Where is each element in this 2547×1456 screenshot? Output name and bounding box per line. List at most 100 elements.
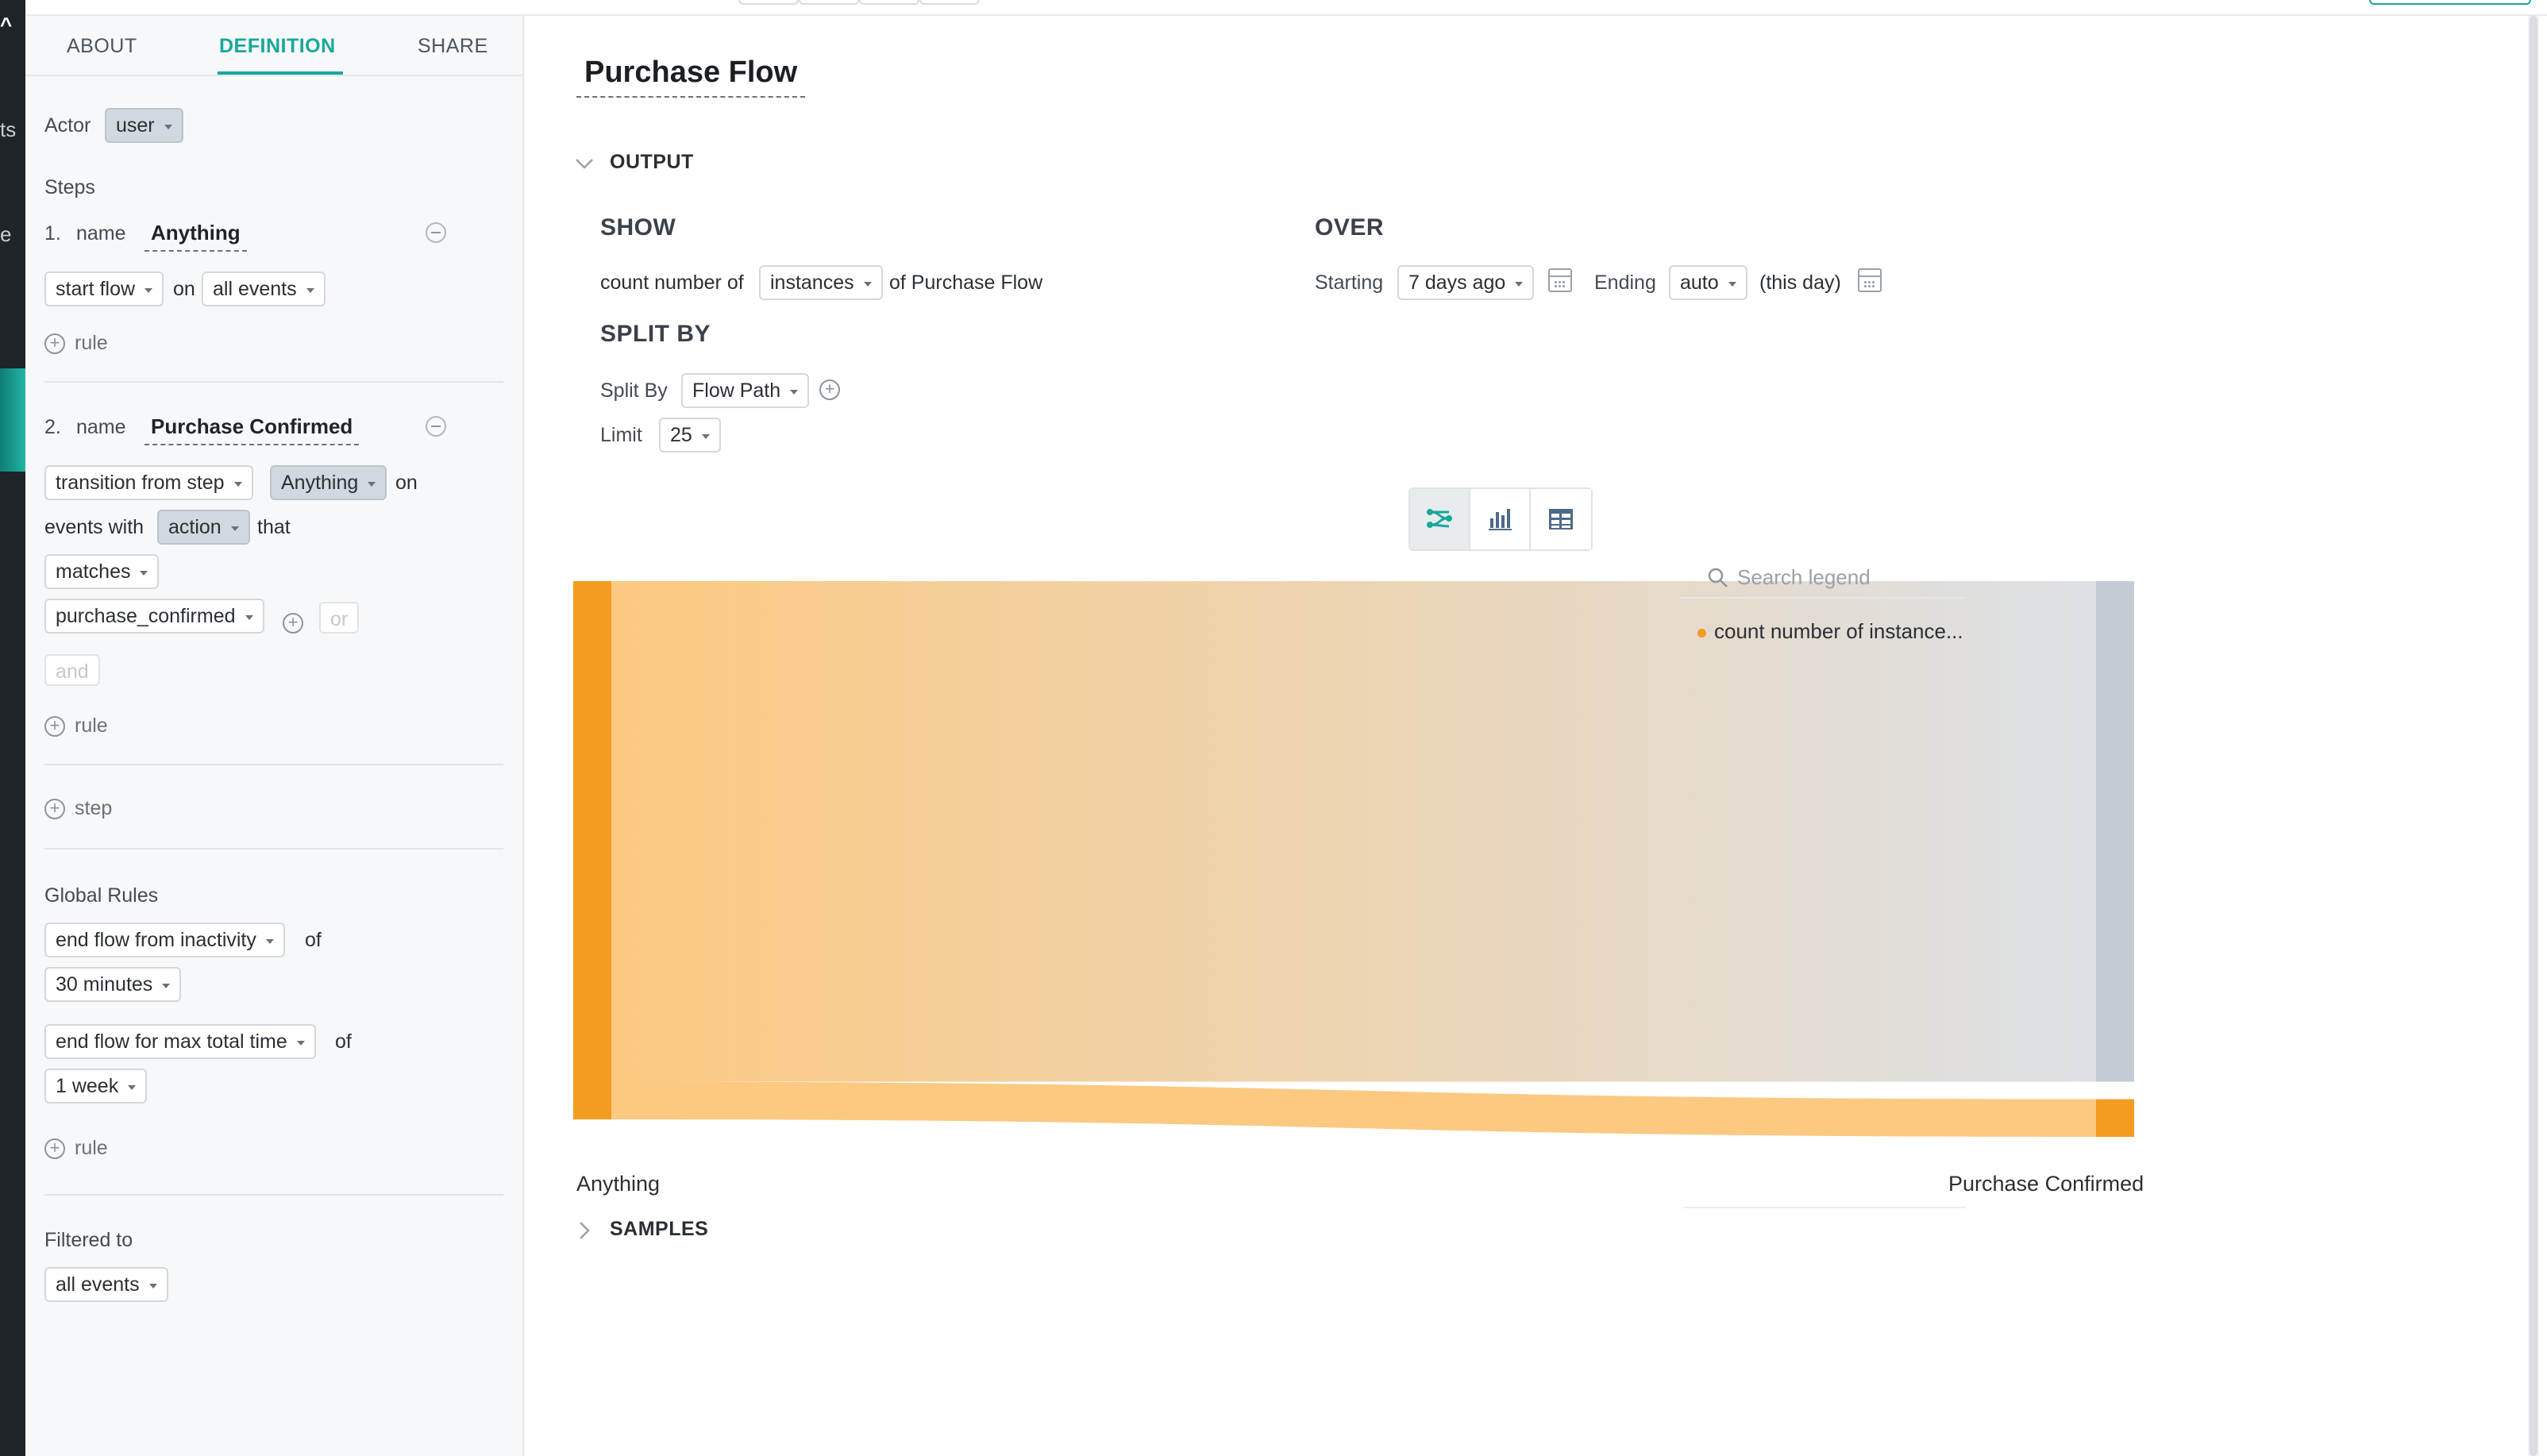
calendar-icon[interactable] [1858,268,1882,292]
add-icon[interactable]: + [44,716,65,737]
actor-select[interactable]: user [105,108,183,143]
metric-select[interactable]: instances [759,265,883,300]
primary-action-button[interactable] [2369,0,2531,5]
duration-select[interactable]: 1 week [44,1069,148,1104]
split-by-select[interactable]: Flow Path [681,373,810,408]
step-number: 1. [44,222,61,245]
sankey-icon [1427,509,1452,528]
chevron-right-icon[interactable] [576,1219,592,1242]
operator-select[interactable]: matches [44,554,160,589]
add-icon[interactable]: + [44,1138,65,1159]
toolbar-button[interactable] [738,0,799,5]
step-name-label: name [76,222,126,245]
add-rule-button[interactable]: rule [75,715,108,738]
ending-label: Ending [1594,272,1656,294]
tab-share[interactable]: SHARE [418,35,488,58]
add-split-icon[interactable]: + [819,379,840,400]
legend-color-dot [1697,628,1706,637]
show-prefix: count number of [600,272,744,294]
panel-tabs: ABOUT DEFINITION SHARE [25,16,522,76]
toolbar-button[interactable] [859,0,919,5]
bar-view-button[interactable] [1470,489,1531,549]
sankey-source-node[interactable] [573,581,611,1119]
limit-label: Limit [600,424,642,446]
actor-label: Actor [44,114,91,137]
flow-type-select[interactable]: start flow [44,272,164,306]
active-tab-underline [218,71,343,75]
add-step-button[interactable]: step [75,797,112,820]
split-by-heading: SPLIT BY [600,321,711,347]
app-sidebar-rail: ^ ts e [0,0,25,1456]
sankey-node-label: Purchase Confirmed [1948,1172,2144,1196]
rail-nav-fragment[interactable]: ts [0,117,16,142]
add-value-icon[interactable]: + [283,613,303,634]
calendar-icon[interactable] [1548,268,1572,292]
events-select[interactable]: all events [202,272,326,306]
that-label: that [257,516,291,538]
output-section-toggle[interactable]: OUTPUT [610,151,694,174]
sankey-view-button[interactable] [1410,489,1470,549]
table-view-button[interactable] [1531,489,1591,549]
remove-step-icon[interactable] [426,222,446,243]
legend-item-label: count number of instance... [1714,619,1963,643]
steps-label: Steps [44,176,95,198]
page-title[interactable]: Purchase Flow [576,56,806,98]
sankey-target-node[interactable] [2096,1099,2134,1137]
divider [44,764,503,765]
sankey-target-node[interactable] [2096,581,2134,1082]
toolbar-button[interactable] [919,0,980,5]
value-select[interactable]: purchase_confirmed [44,599,264,634]
from-step-select[interactable]: Anything [270,465,387,500]
tab-definition[interactable]: DEFINITION [219,35,336,58]
step-number: 2. [44,416,61,438]
bar-chart-icon [1489,509,1512,530]
top-toolbar-strip [25,0,2547,16]
remove-step-icon[interactable] [426,416,446,437]
sankey-node-label: Anything [576,1172,661,1196]
sankey-chart [573,581,2134,1137]
add-global-rule-button[interactable]: rule [75,1137,108,1160]
add-icon[interactable]: + [44,799,65,819]
ending-note: (this day) [1759,272,1841,294]
table-icon [1549,509,1573,530]
rail-nav-fragment[interactable]: e [0,222,11,247]
limit-select[interactable]: 25 [659,418,721,453]
step-name-label: name [76,416,126,438]
filtered-to-label: Filtered to [44,1229,133,1251]
sankey-flow[interactable] [611,581,2096,1082]
of-label: of [305,929,322,951]
definition-panel: ABOUT DEFINITION SHARE Actor user Steps … [25,16,524,1456]
field-select[interactable]: action [157,510,250,545]
split-by-label: Split By [600,379,668,402]
chevron-down-icon[interactable] [573,156,595,171]
step-name-input[interactable]: Purchase Confirmed [144,414,360,445]
and-button[interactable]: and [44,654,100,686]
collapse-caret-icon[interactable]: ^ [0,13,12,37]
tab-about[interactable]: ABOUT [67,35,137,58]
show-suffix: of Purchase Flow [889,272,1043,294]
filter-select[interactable]: all events [44,1267,168,1302]
transition-select[interactable]: transition from step [44,465,253,500]
add-rule-button[interactable]: rule [75,332,108,355]
over-heading: OVER [1315,214,1385,241]
ending-select[interactable]: auto [1669,265,1747,300]
main-content: Purchase Flow OUTPUT SHOW count number o… [526,16,2526,1456]
starting-select[interactable]: 7 days ago [1397,265,1535,300]
step-name-input[interactable]: Anything [144,221,247,252]
legend-item[interactable]: count number of instance... [1697,619,1975,644]
add-icon[interactable]: + [44,333,65,354]
show-heading: SHOW [600,214,676,241]
sankey-flow[interactable] [611,1081,2096,1137]
divider [44,381,503,383]
or-button[interactable]: or [319,602,360,634]
legend-search-input[interactable]: Search legend [1680,556,1966,599]
global-rule-select[interactable]: end flow from inactivity [44,923,285,957]
toolbar-button[interactable] [799,0,859,5]
vertical-scrollbar[interactable] [2528,16,2539,1456]
scrollbar-thumb[interactable] [2530,16,2537,1456]
duration-select[interactable]: 30 minutes [44,967,182,1002]
samples-section-toggle[interactable]: SAMPLES [610,1218,708,1241]
global-rule-select[interactable]: end flow for max total time [44,1024,316,1059]
on-label: on [173,278,195,300]
divider [44,848,503,849]
